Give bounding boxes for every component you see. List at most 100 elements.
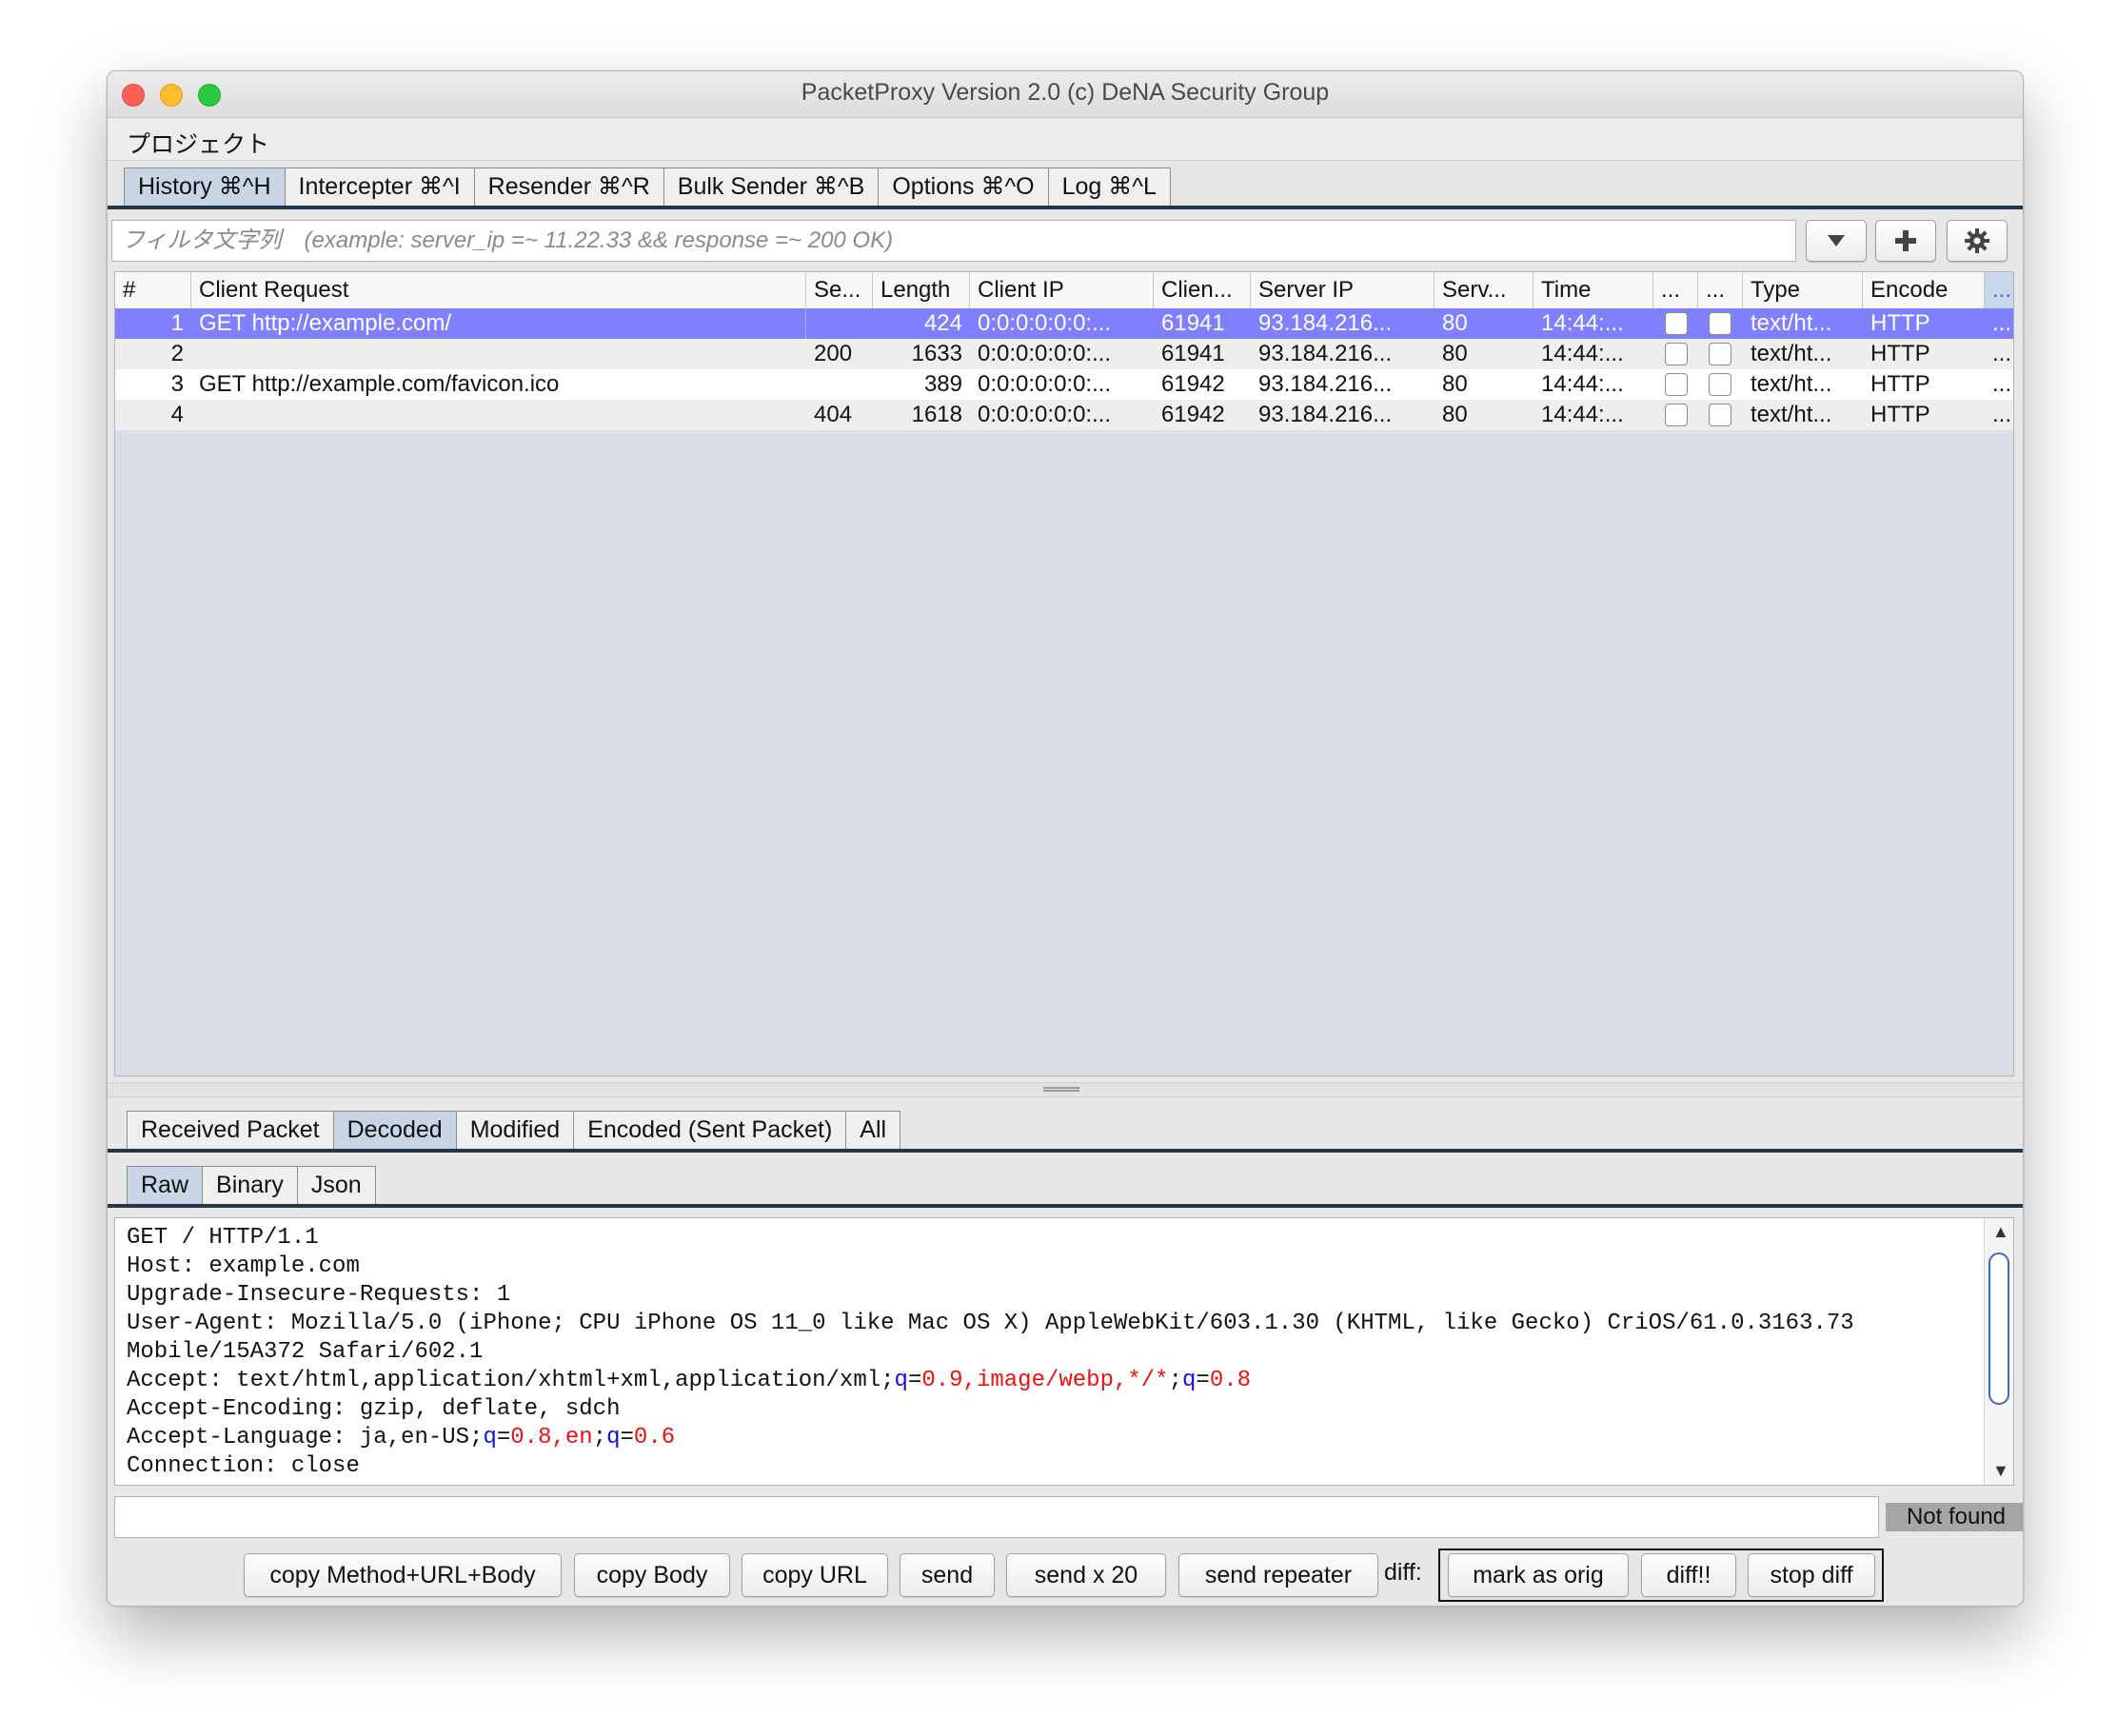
code-text: = bbox=[1196, 1368, 1210, 1393]
cell-encode: HTTP bbox=[1870, 371, 1930, 397]
col-client-port[interactable]: Clien... bbox=[1154, 272, 1251, 308]
code-value: 0.8,en bbox=[510, 1425, 593, 1450]
tab-json[interactable]: Json bbox=[296, 1166, 376, 1204]
code-text: ; bbox=[592, 1425, 607, 1450]
cell-client-request: GET http://example.com/favicon.ico bbox=[199, 371, 560, 397]
code-line: User-Agent: Mozilla/5.0 (iPhone; CPU iPh… bbox=[127, 1311, 1854, 1336]
col-flag-1[interactable]: ... bbox=[1653, 272, 1698, 308]
cell-length: 389 bbox=[923, 371, 962, 397]
col-type[interactable]: Type bbox=[1743, 272, 1863, 308]
cell-client-ip: 0:0:0:0:0:0:... bbox=[978, 341, 1112, 366]
tab-all[interactable]: All bbox=[845, 1111, 901, 1149]
view-tab-bar: Raw Binary Json bbox=[127, 1166, 376, 1204]
table-row[interactable]: 1 GET http://example.com/424 0:0:0:0:0:0:.… bbox=[115, 308, 2013, 339]
send-x20-button[interactable]: send x 20 bbox=[1006, 1553, 1166, 1597]
chevron-down-icon bbox=[1828, 235, 1845, 247]
table-row[interactable]: 2 200 1633 0:0:0:0:0:0:... 61941 93.184.216..… bbox=[115, 339, 2013, 369]
code-key: q bbox=[1182, 1368, 1197, 1393]
cell-status bbox=[806, 369, 873, 400]
col-status[interactable]: Se... bbox=[806, 272, 873, 308]
col-client-ip[interactable]: Client IP bbox=[970, 272, 1154, 308]
scroll-up-icon[interactable]: ▲ bbox=[1992, 1222, 2009, 1242]
row-flag-checkbox-1[interactable] bbox=[1665, 373, 1688, 396]
drag-handle-icon[interactable] bbox=[1043, 1087, 1079, 1092]
diff-button[interactable]: diff!! bbox=[1641, 1553, 1736, 1597]
tab-encoded-sent-packet[interactable]: Encoded (Sent Packet) bbox=[573, 1111, 846, 1149]
packet-text[interactable]: GET / HTTP/1.1 Host: example.com Upgrade… bbox=[127, 1224, 1975, 1481]
cell-number: 3 bbox=[170, 371, 184, 397]
cell-client-ip: 0:0:0:0:0:0:... bbox=[978, 310, 1112, 336]
col-flag-2[interactable]: ... bbox=[1698, 272, 1743, 308]
tab-raw[interactable]: Raw bbox=[127, 1166, 203, 1204]
search-field[interactable] bbox=[114, 1496, 1882, 1539]
search-status-label: Not found bbox=[1886, 1503, 2023, 1531]
row-flag-checkbox-1[interactable] bbox=[1665, 343, 1688, 365]
tab-resender[interactable]: Resender ⌘^R bbox=[473, 168, 663, 206]
cell-time: 14:44:... bbox=[1541, 341, 1624, 366]
col-server-ip[interactable]: Server IP bbox=[1251, 272, 1434, 308]
filter-dropdown-button[interactable] bbox=[1806, 220, 1867, 262]
col-more-sorted[interactable]: ... bbox=[1985, 272, 2013, 308]
copy-method-url-body-button[interactable]: copy Method+URL+Body bbox=[244, 1553, 562, 1597]
search-input[interactable] bbox=[115, 1497, 1882, 1539]
cell-time: 14:44:... bbox=[1541, 371, 1624, 397]
col-length[interactable]: Length bbox=[873, 272, 970, 308]
code-text: Accept: text/html,application/xhtml+xml,… bbox=[127, 1368, 895, 1393]
tab-history[interactable]: History ⌘^H bbox=[124, 168, 285, 206]
cell-server-ip: 93.184.216... bbox=[1258, 310, 1393, 336]
row-flag-checkbox-2[interactable] bbox=[1709, 343, 1731, 365]
col-client-request[interactable]: Client Request bbox=[191, 272, 806, 308]
filter-field[interactable] bbox=[111, 220, 1796, 262]
cell-server-port: 80 bbox=[1442, 371, 1468, 397]
cell-client-port: 61942 bbox=[1161, 371, 1225, 397]
col-encode[interactable]: Encode bbox=[1863, 272, 1985, 308]
send-button[interactable]: send bbox=[900, 1553, 995, 1597]
cell-status: 404 bbox=[814, 402, 853, 427]
scroll-down-icon[interactable]: ▼ bbox=[1992, 1461, 2009, 1481]
cell-more: ... bbox=[1992, 341, 2012, 366]
col-server-port[interactable]: Serv... bbox=[1434, 272, 1533, 308]
table-row[interactable]: 4 404 1618 0:0:0:0:0:0:... 61942 93.184.216..… bbox=[115, 400, 2013, 430]
row-flag-checkbox-2[interactable] bbox=[1709, 312, 1731, 335]
code-line: Host: example.com bbox=[127, 1253, 360, 1279]
editor-scrollbar[interactable]: ▲ ▼ bbox=[1984, 1218, 2013, 1485]
cell-type: text/ht... bbox=[1751, 341, 1832, 366]
tab-bulk-sender[interactable]: Bulk Sender ⌘^B bbox=[663, 168, 879, 206]
col-number[interactable]: # bbox=[115, 272, 191, 308]
tab-options[interactable]: Options ⌘^O bbox=[878, 168, 1048, 206]
row-flag-checkbox-1[interactable] bbox=[1665, 404, 1688, 426]
tab-binary[interactable]: Binary bbox=[202, 1166, 297, 1204]
scrollbar-thumb[interactable] bbox=[1988, 1253, 2009, 1405]
col-time[interactable]: Time bbox=[1533, 272, 1653, 308]
table-header: # Client Request Se... Length Client IP … bbox=[115, 272, 2013, 309]
tab-received-packet[interactable]: Received Packet bbox=[127, 1111, 333, 1149]
row-flag-checkbox-1[interactable] bbox=[1665, 312, 1688, 335]
cell-type: text/ht... bbox=[1751, 402, 1832, 427]
row-flag-checkbox-2[interactable] bbox=[1709, 404, 1731, 426]
add-filter-button[interactable] bbox=[1875, 220, 1936, 262]
code-text: = bbox=[496, 1425, 511, 1450]
filter-settings-button[interactable] bbox=[1947, 220, 2008, 262]
code-line: Upgrade-Insecure-Requests: 1 bbox=[127, 1282, 511, 1308]
split-pane-divider[interactable] bbox=[108, 1082, 2023, 1097]
filter-input[interactable] bbox=[112, 221, 1795, 261]
row-flag-checkbox-2[interactable] bbox=[1709, 373, 1731, 396]
mark-as-orig-button[interactable]: mark as orig bbox=[1448, 1553, 1629, 1597]
copy-url-button[interactable]: copy URL bbox=[742, 1553, 888, 1597]
packet-text-editor[interactable]: GET / HTTP/1.1 Host: example.com Upgrade… bbox=[114, 1217, 2014, 1486]
menu-project[interactable]: プロジェクト bbox=[127, 126, 269, 160]
tab-log[interactable]: Log ⌘^L bbox=[1047, 168, 1171, 206]
cell-client-port: 61941 bbox=[1161, 341, 1225, 366]
stop-diff-button[interactable]: stop diff bbox=[1748, 1553, 1875, 1597]
copy-body-button[interactable]: copy Body bbox=[574, 1553, 730, 1597]
cell-encode: HTTP bbox=[1870, 341, 1930, 366]
table-row[interactable]: 3 GET http://example.com/favicon.ico 389 0:… bbox=[115, 369, 2013, 400]
main-tab-bar: History ⌘^H Intercepter ⌘^I Resender ⌘^R… bbox=[124, 168, 1171, 206]
send-repeater-button[interactable]: send repeater bbox=[1178, 1553, 1378, 1597]
tab-modified[interactable]: Modified bbox=[455, 1111, 574, 1149]
tab-decoded[interactable]: Decoded bbox=[332, 1111, 456, 1149]
cell-status: 200 bbox=[814, 341, 853, 366]
tab-intercepter[interactable]: Intercepter ⌘^I bbox=[284, 168, 474, 206]
cell-client-port: 61941 bbox=[1161, 310, 1225, 336]
cell-server-ip: 93.184.216... bbox=[1258, 402, 1393, 427]
